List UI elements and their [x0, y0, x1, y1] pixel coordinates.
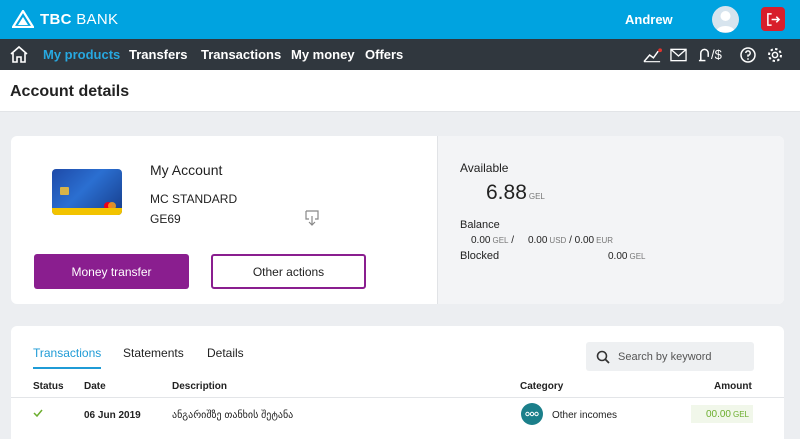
- account-iban: GE69: [150, 212, 181, 226]
- row-amount-currency: GEL: [732, 409, 749, 419]
- page-title: Account details: [10, 83, 130, 100]
- balance-eur: / 0.00: [569, 235, 595, 246]
- row-amount: 00.00 GEL: [691, 405, 753, 423]
- balance-usd-currency: USD: [549, 236, 567, 245]
- help-icon[interactable]: [740, 46, 756, 63]
- currency-label: /$: [711, 47, 722, 62]
- blocked-currency: GEL: [629, 252, 646, 261]
- account-card: My Account MC STANDARD GE69 Money transf…: [11, 136, 784, 304]
- analytics-icon[interactable]: [643, 46, 662, 63]
- nav-my-products[interactable]: My products: [43, 47, 120, 62]
- row-amount-value: 00.00: [705, 408, 731, 420]
- tab-details[interactable]: Details: [207, 346, 244, 360]
- bank-card-image: [52, 169, 122, 215]
- search-input[interactable]: [618, 350, 748, 363]
- search-box[interactable]: [586, 342, 754, 371]
- check-icon: [33, 409, 43, 418]
- settings-gear-icon[interactable]: [767, 46, 783, 63]
- available-currency: GEL: [528, 192, 545, 201]
- balance-values: 0.00 GEL / 0.00 USD / 0.00 EUR: [471, 235, 613, 246]
- logout-icon: [766, 12, 780, 26]
- card-chip-icon: [60, 187, 69, 195]
- tab-statements[interactable]: Statements: [123, 346, 184, 360]
- balance-panel: Available 6.88 GEL Balance 0.00 GEL / 0.00…: [437, 136, 784, 304]
- account-name: My Account: [150, 162, 223, 178]
- blocked-label: Blocked: [460, 250, 500, 262]
- nav-my-money[interactable]: My money: [291, 47, 355, 62]
- tab-transactions[interactable]: Transactions: [33, 346, 101, 360]
- home-icon[interactable]: [9, 45, 29, 64]
- column-date[interactable]: Date: [84, 381, 106, 392]
- balance-label: Balance: [460, 219, 500, 231]
- top-bar: TBC BANK Andrew: [0, 0, 800, 39]
- account-type: MC STANDARD: [150, 192, 238, 206]
- nav-offers[interactable]: Offers: [365, 47, 403, 62]
- category-icon: [521, 403, 543, 425]
- user-icon: [716, 11, 735, 32]
- available-value: 6.88: [486, 181, 527, 204]
- page-header: Account details: [0, 70, 800, 112]
- blocked-amount: 0.00 GEL: [608, 251, 645, 262]
- nav-transfers[interactable]: Transfers: [129, 47, 188, 62]
- available-amount: 6.88 GEL: [486, 181, 545, 205]
- balance-eur-currency: EUR: [596, 236, 614, 245]
- currency-exchange-icon[interactable]: /$: [698, 46, 722, 63]
- logout-button[interactable]: [761, 7, 785, 31]
- active-tab-indicator: [33, 367, 101, 369]
- download-icon[interactable]: [305, 210, 319, 226]
- column-description[interactable]: Description: [172, 381, 227, 392]
- row-category: Other incomes: [552, 410, 618, 421]
- column-amount[interactable]: Amount: [714, 381, 752, 392]
- balance-usd: 0.00: [527, 235, 548, 246]
- username[interactable]: Andrew: [625, 12, 673, 27]
- row-date: 06 Jun 2019: [84, 410, 141, 421]
- logo-text: TBC BANK: [40, 10, 119, 28]
- main-nav: My products Transfers Transactions My mo…: [0, 39, 800, 70]
- avatar[interactable]: [712, 6, 739, 33]
- header-divider: [11, 397, 784, 398]
- available-label: Available: [460, 161, 509, 175]
- balance-separator: /: [511, 235, 515, 246]
- other-actions-button[interactable]: Other actions: [211, 254, 366, 289]
- row-description: ანგარიშზე თანხის შეტანა: [172, 410, 294, 421]
- card-stripe: [52, 208, 122, 215]
- column-category[interactable]: Category: [520, 381, 563, 392]
- balance-gel: 0.00: [471, 235, 491, 246]
- tbc-logo[interactable]: TBC BANK: [12, 10, 118, 28]
- blocked-value: 0.00: [608, 251, 628, 262]
- balance-gel-currency: GEL: [492, 236, 509, 245]
- column-status[interactable]: Status: [33, 381, 64, 392]
- tbc-logo-icon: [12, 10, 34, 28]
- transactions-panel: Transactions Statements Details Status D…: [11, 326, 784, 439]
- nav-transactions[interactable]: Transactions: [201, 47, 281, 62]
- search-icon: [596, 350, 610, 364]
- mail-icon[interactable]: [670, 46, 687, 63]
- money-transfer-button[interactable]: Money transfer: [34, 254, 189, 289]
